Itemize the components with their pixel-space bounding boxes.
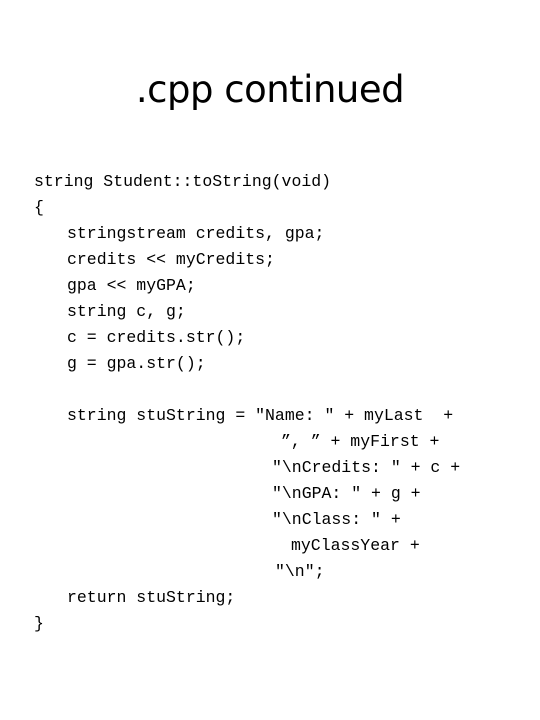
code-line-stustring-credits: "\nCredits: " + c + [272, 458, 461, 477]
code-line-c-assign: c = credits.str(); [67, 328, 246, 347]
code-line-stustring-class: "\nClass: " + [272, 510, 401, 529]
code-line-stustring-newline: "\n"; [275, 562, 325, 581]
code-line-g-assign: g = gpa.str(); [67, 354, 206, 373]
code-line-stustring-name: string stuString = "Name: " + myLast + [67, 406, 454, 425]
code-line-stustring-first: ”, ” + myFirst + [281, 432, 440, 451]
code-line-string-decl: string c, g; [67, 302, 186, 321]
code-line-stustring-gpa: "\nGPA: " + g + [272, 484, 421, 503]
code-line-stringstream-decl: stringstream credits, gpa; [67, 224, 325, 243]
code-line-return: return stuString; [67, 588, 236, 607]
code-line-close-brace: } [34, 614, 44, 633]
code-line-gpa-insert: gpa << myGPA; [67, 276, 196, 295]
code-line-stustring-classyear: myClassYear + [291, 536, 420, 555]
slide-title: .cpp continued [135, 68, 405, 111]
code-line-open-brace: { [34, 198, 44, 217]
code-line-credits-insert: credits << myCredits; [67, 250, 275, 269]
code-line-function-signature: string Student::toString(void) [34, 172, 332, 191]
